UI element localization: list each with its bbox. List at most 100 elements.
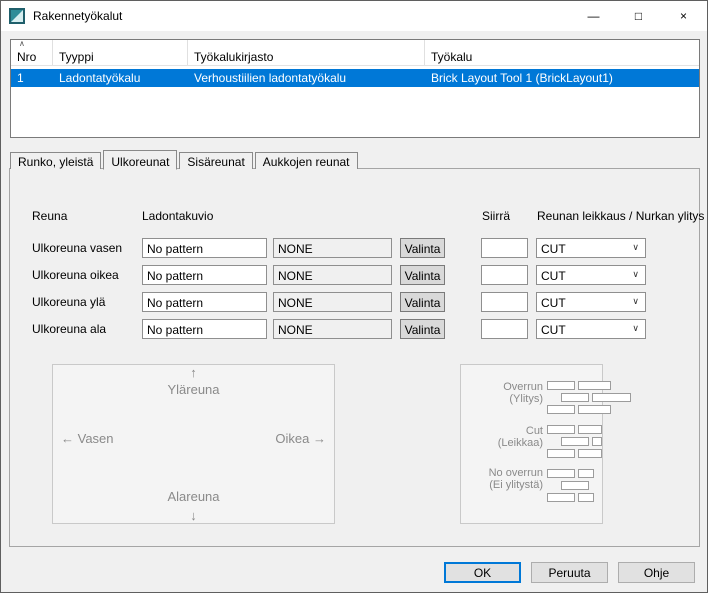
diagram-label-top: Yläreuna bbox=[53, 382, 334, 397]
cut-select-value: CUT bbox=[541, 269, 566, 283]
siirra-input[interactable] bbox=[481, 292, 528, 312]
col-header-tyokalukirjasto[interactable]: Työkalukirjasto bbox=[188, 40, 425, 65]
edge-row-label: Ulkoreuna ylä bbox=[32, 295, 105, 309]
sort-asc-icon: ∧ bbox=[19, 40, 25, 48]
column-label-ladontakuvio: Ladontakuvio bbox=[142, 209, 213, 223]
valinta-button[interactable]: Valinta bbox=[400, 238, 445, 258]
cut-select[interactable]: CUT ∨ bbox=[536, 265, 646, 285]
tab-runko-yleista[interactable]: Runko, yleistä bbox=[10, 152, 101, 169]
pattern-input[interactable]: No pattern bbox=[142, 292, 267, 312]
pattern-library-field[interactable]: NONE bbox=[273, 238, 392, 258]
pattern-input[interactable]: No pattern bbox=[142, 265, 267, 285]
diagram-label-left: ← Vasen bbox=[61, 431, 114, 446]
legend-cut-fi: (Leikkaa) bbox=[461, 437, 543, 449]
diagram-label-right: Oikea → bbox=[275, 431, 326, 446]
valinta-button[interactable]: Valinta bbox=[400, 319, 445, 339]
cancel-button[interactable]: Peruuta bbox=[531, 562, 608, 583]
brick bbox=[578, 425, 602, 434]
arrow-down-icon: ↓ bbox=[190, 508, 197, 523]
overrun-legend-diagram: Overrun (Ylitys) Cut (Leikkaa) No overru… bbox=[460, 364, 603, 524]
arrow-up-icon: ↑ bbox=[190, 365, 197, 380]
cut-select[interactable]: CUT ∨ bbox=[536, 292, 646, 312]
dialog-rakennetyokalut: Rakennetyökalut — □ × ∧ Nro Tyyppi Työka… bbox=[0, 0, 708, 593]
siirra-input[interactable] bbox=[481, 238, 528, 258]
brick bbox=[578, 449, 602, 458]
close-button[interactable]: × bbox=[661, 1, 706, 31]
brick bbox=[547, 493, 575, 502]
cell-tyokalu: Brick Layout Tool 1 (BrickLayout1) bbox=[425, 69, 699, 87]
tool-table: ∧ Nro Tyyppi Työkalukirjasto Työkalu 1 L… bbox=[10, 39, 700, 138]
tab-aukkojen-reunat[interactable]: Aukkojen reunat bbox=[255, 152, 358, 169]
legend-overrun: Overrun bbox=[461, 381, 543, 393]
col-header-nro[interactable]: ∧ Nro bbox=[11, 40, 53, 65]
minimize-button[interactable]: — bbox=[571, 1, 616, 31]
legend-no-overrun: No overrun bbox=[461, 467, 543, 479]
cut-select-value: CUT bbox=[541, 296, 566, 310]
cut-select-value: CUT bbox=[541, 242, 566, 256]
legend-overrun-fi: (Ylitys) bbox=[461, 393, 543, 405]
chevron-down-icon: ∨ bbox=[632, 269, 639, 280]
maximize-button[interactable]: □ bbox=[616, 1, 661, 31]
siirra-input[interactable] bbox=[481, 265, 528, 285]
diagram-left-text: Vasen bbox=[78, 431, 114, 446]
column-label-leikkaus: Reunan leikkaus / Nurkan ylitys bbox=[537, 209, 704, 223]
tab-bar: Runko, yleistä Ulkoreunat Sisäreunat Auk… bbox=[10, 149, 360, 169]
edge-orientation-diagram: ↑ Yläreuna ← Vasen Oikea → Alareuna ↓ bbox=[52, 364, 335, 524]
col-header-nro-label: Nro bbox=[17, 50, 36, 64]
table-header: ∧ Nro Tyyppi Työkalukirjasto Työkalu bbox=[11, 40, 699, 66]
col-header-tyyppi[interactable]: Tyyppi bbox=[53, 40, 188, 65]
legend-no-overrun-fi: (Ei ylitystä) bbox=[461, 479, 543, 491]
column-label-reuna: Reuna bbox=[32, 209, 67, 223]
arrow-right-icon: → bbox=[313, 431, 326, 446]
siirra-input[interactable] bbox=[481, 319, 528, 339]
tab-ulkoreunat[interactable]: Ulkoreunat bbox=[103, 150, 177, 170]
cell-tyokalukirjasto: Verhoustiilien ladontatyökalu bbox=[188, 69, 425, 87]
edge-row-oikea: Ulkoreuna oikea No pattern NONE Valinta … bbox=[10, 265, 699, 285]
pattern-library-field[interactable]: NONE bbox=[273, 319, 392, 339]
table-row[interactable]: 1 Ladontatyökalu Verhoustiilien ladontat… bbox=[11, 69, 699, 87]
app-icon bbox=[9, 8, 25, 24]
pattern-library-field[interactable]: NONE bbox=[273, 292, 392, 312]
brick bbox=[547, 469, 575, 478]
brick bbox=[561, 437, 589, 446]
col-header-tyokalu[interactable]: Työkalu bbox=[425, 40, 699, 65]
brick bbox=[561, 481, 589, 490]
diagram-right-text: Oikea bbox=[275, 431, 309, 446]
help-button[interactable]: Ohje bbox=[618, 562, 695, 583]
arrow-left-icon: ← bbox=[61, 431, 74, 446]
edge-row-label: Ulkoreuna ala bbox=[32, 322, 106, 336]
brick bbox=[578, 381, 611, 390]
brick bbox=[547, 425, 575, 434]
brick bbox=[561, 393, 589, 402]
edge-row-label: Ulkoreuna oikea bbox=[32, 268, 119, 282]
brick bbox=[578, 469, 594, 478]
brick bbox=[547, 381, 575, 390]
brick bbox=[578, 405, 611, 414]
pattern-library-field[interactable]: NONE bbox=[273, 265, 392, 285]
valinta-button[interactable]: Valinta bbox=[400, 265, 445, 285]
edge-row-ala: Ulkoreuna ala No pattern NONE Valinta CU… bbox=[10, 319, 699, 339]
cut-select-value: CUT bbox=[541, 323, 566, 337]
brick bbox=[547, 449, 575, 458]
cut-select[interactable]: CUT ∨ bbox=[536, 319, 646, 339]
tab-panel-ulkoreunat: Reuna Ladontakuvio Siirrä Reunan leikkau… bbox=[9, 168, 700, 547]
chevron-down-icon: ∨ bbox=[632, 242, 639, 253]
brick bbox=[592, 393, 631, 402]
brick bbox=[547, 405, 575, 414]
titlebar: Rakennetyökalut — □ × bbox=[1, 1, 707, 31]
cell-nro: 1 bbox=[11, 69, 53, 87]
pattern-input[interactable]: No pattern bbox=[142, 238, 267, 258]
cut-select[interactable]: CUT ∨ bbox=[536, 238, 646, 258]
tab-sisareunat[interactable]: Sisäreunat bbox=[179, 152, 252, 169]
edge-row-vasen: Ulkoreuna vasen No pattern NONE Valinta … bbox=[10, 238, 699, 258]
brick bbox=[592, 437, 602, 446]
edge-row-yla: Ulkoreuna ylä No pattern NONE Valinta CU… bbox=[10, 292, 699, 312]
diagram-label-bottom: Alareuna bbox=[53, 489, 334, 504]
chevron-down-icon: ∨ bbox=[632, 323, 639, 334]
pattern-input[interactable]: No pattern bbox=[142, 319, 267, 339]
ok-button[interactable]: OK bbox=[444, 562, 521, 583]
window-controls: — □ × bbox=[571, 1, 706, 31]
valinta-button[interactable]: Valinta bbox=[400, 292, 445, 312]
column-label-siirra: Siirrä bbox=[482, 209, 510, 223]
legend-cut: Cut bbox=[461, 425, 543, 437]
